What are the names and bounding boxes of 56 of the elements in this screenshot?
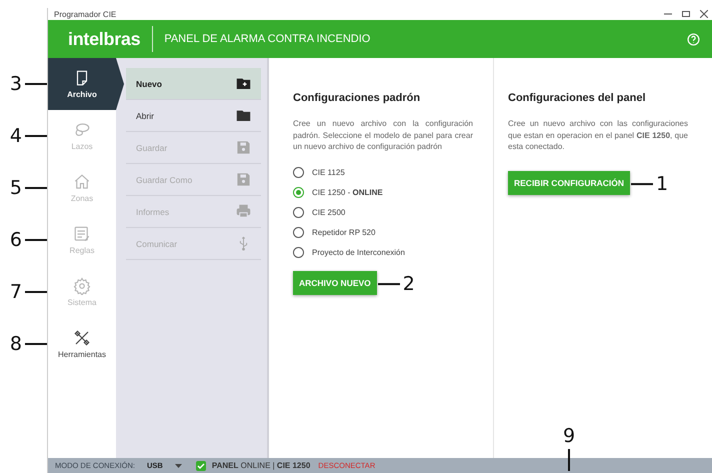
window-title: Programador CIE	[54, 10, 116, 18]
callout-number: 7	[10, 281, 22, 303]
callout-number: 6	[10, 229, 22, 251]
callout-number: 5	[10, 177, 22, 199]
description: Cree un nuevo archivo con las configuraciones que estan en operacion en el panel CIE 1250, que esta conectado.	[508, 118, 688, 153]
radio-icon[interactable]	[293, 247, 304, 258]
description: Cree un nuevo archivo con la configuración padrón. Seleccione el modelo de panel para crear un nuevo archivo de configuración padrón	[293, 118, 473, 153]
leader-line	[25, 135, 47, 137]
callout-number: 4	[10, 125, 22, 147]
leader-line	[631, 182, 654, 185]
caret-icon[interactable]	[174, 464, 182, 468]
receive-config-button[interactable]: RECIBIR CONFIGURACIÓN	[508, 170, 630, 195]
leader-line	[25, 291, 47, 293]
folder-icon	[236, 108, 251, 123]
help-icon[interactable]	[687, 32, 700, 46]
home-icon	[73, 173, 91, 191]
rules-icon	[73, 225, 91, 243]
leader-line	[25, 83, 47, 85]
leader-line	[568, 449, 570, 471]
menu-item[interactable]: Nuevo	[126, 68, 261, 100]
save-icon	[236, 140, 251, 155]
leader-line	[25, 187, 47, 189]
loop-icon	[73, 121, 91, 139]
radio-icon[interactable]	[293, 207, 304, 218]
tools-icon	[73, 329, 91, 347]
section-title: Configuraciones padrón	[293, 92, 422, 104]
callout-number: 2	[402, 272, 415, 295]
logo: intelbras	[67, 28, 142, 50]
callout-number: 3	[10, 73, 22, 95]
callout-number: 8	[10, 333, 22, 355]
app-title: PANEL DE ALARMA CONTRA INCENDIO	[164, 33, 372, 45]
checkbox[interactable]	[196, 460, 206, 470]
leader-line	[378, 282, 400, 285]
printer-icon	[236, 204, 251, 219]
radio-option[interactable]: Proyecto de Interconexión	[293, 242, 405, 263]
radio-icon[interactable]	[293, 227, 304, 238]
section-title: Configuraciones del panel	[508, 92, 647, 104]
menu-item[interactable]: Abrir	[126, 100, 261, 132]
new-file-button[interactable]: ARCHIVO NUEVO	[293, 270, 377, 295]
nav-item[interactable]: Herramientas	[48, 318, 116, 370]
leader-line	[25, 343, 47, 345]
maximize-icon[interactable]	[682, 10, 690, 18]
radio-option[interactable]: CIE 2500	[293, 202, 346, 223]
folder-plus-icon	[236, 76, 251, 91]
callout-number: 1	[656, 172, 668, 195]
radio-icon[interactable]	[293, 167, 304, 178]
close-icon[interactable]	[700, 10, 708, 18]
radio-option[interactable]: CIE 1250 - ONLINE	[293, 182, 383, 203]
panel-status: PANEL ONLINE | CIE 1250	[212, 461, 310, 470]
radio-option[interactable]: Repetidor RP 520	[293, 222, 376, 243]
save-icon	[236, 172, 251, 187]
radio-option[interactable]: CIE 1125	[293, 162, 345, 183]
callout-number: 9	[563, 425, 576, 447]
radio-icon[interactable]	[293, 187, 304, 198]
leader-line	[25, 239, 47, 241]
gear-icon	[73, 277, 91, 295]
